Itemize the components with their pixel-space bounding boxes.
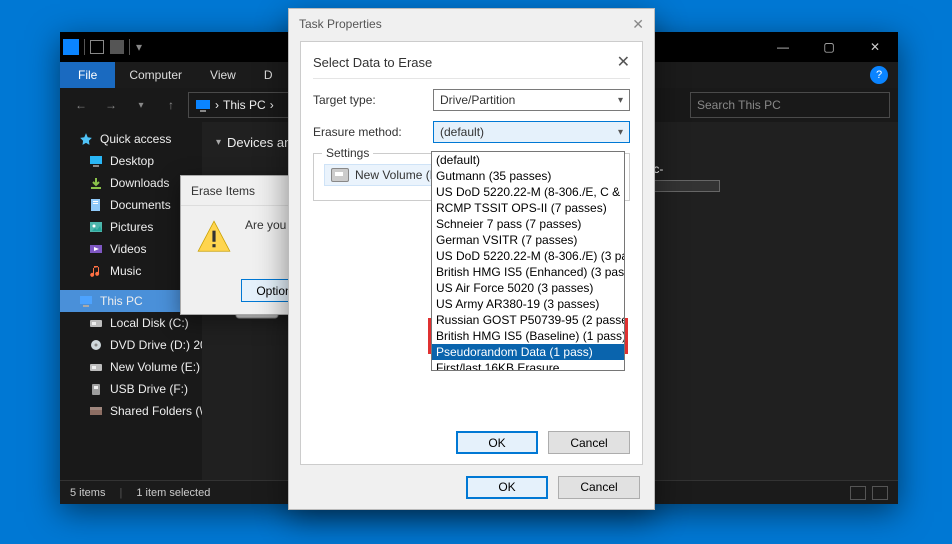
drive-icon xyxy=(88,359,104,375)
sidebar-label: New Volume (E:) xyxy=(110,360,200,374)
music-icon xyxy=(88,263,104,279)
this-pc-icon xyxy=(195,97,211,113)
downloads-icon xyxy=(88,175,104,191)
dropdown-value: Drive/Partition xyxy=(440,93,515,107)
close-button[interactable]: ✕ xyxy=(632,16,644,33)
sidebar-item-desktop[interactable]: Desktop xyxy=(60,150,202,172)
window-title: Task Properties xyxy=(299,17,382,31)
sidebar-label: Documents xyxy=(110,198,171,212)
star-icon xyxy=(78,131,94,147)
erasure-method-option[interactable]: British HMG IS5 (Enhanced) (3 pass xyxy=(432,264,624,280)
nav-up-button[interactable]: ↑ xyxy=(158,92,184,118)
close-button[interactable]: ✕ xyxy=(852,32,898,62)
erasure-method-label: Erasure method: xyxy=(313,125,433,139)
panel-close-button[interactable]: ✕ xyxy=(617,52,630,72)
help-icon[interactable]: ? xyxy=(870,66,888,84)
erasure-method-option[interactable]: Pseudorandom Data (1 pass) xyxy=(432,344,624,360)
erasure-method-option[interactable]: US DoD 5220.22-M (8-306./E, C & E xyxy=(432,184,624,200)
search-placeholder: Search This PC xyxy=(697,98,781,112)
erasure-method-option[interactable]: US Air Force 5020 (3 passes) xyxy=(432,280,624,296)
erasure-method-option[interactable]: First/last 16KB Erasure xyxy=(432,360,624,371)
erasure-method-dropdown[interactable]: (default) ▾ xyxy=(433,121,630,143)
warning-icon xyxy=(195,218,233,256)
view-details-button[interactable] xyxy=(850,486,866,500)
tab-extra[interactable]: D xyxy=(250,62,287,88)
chevron-down-icon: ▾ xyxy=(216,137,221,148)
tab-computer[interactable]: Computer xyxy=(115,62,196,88)
minimize-button[interactable]: — xyxy=(760,32,806,62)
sidebar-drive[interactable]: New Volume (E:) xyxy=(60,356,202,378)
sidebar-label: Pictures xyxy=(110,220,153,234)
sidebar-drive[interactable]: Shared Folders (\\vm xyxy=(60,400,202,422)
erasure-method-option[interactable]: (default) xyxy=(432,152,624,168)
videos-icon xyxy=(88,241,104,257)
sidebar-label: Downloads xyxy=(110,176,169,190)
data-label: New Volume (E: xyxy=(355,168,441,182)
tab-view[interactable]: View xyxy=(196,62,250,88)
tab-file[interactable]: File xyxy=(60,62,115,88)
this-pc-icon xyxy=(78,293,94,309)
sidebar-label: Local Disk (C:) xyxy=(110,316,189,330)
sidebar-label: Shared Folders (\\vm xyxy=(110,404,202,418)
sidebar-label: Videos xyxy=(110,242,146,256)
dropdown-value: (default) xyxy=(440,125,484,139)
crumb-label: This PC xyxy=(223,98,266,112)
erasure-method-option[interactable]: Russian GOST P50739-95 (2 passes) xyxy=(432,312,624,328)
erasure-method-option[interactable]: US DoD 5220.22-M (8-306./E) (3 pas xyxy=(432,248,624,264)
panel-title: Select Data to Erase xyxy=(313,55,432,70)
view-tiles-button[interactable] xyxy=(872,486,888,500)
sidebar-drive[interactable]: Local Disk (C:) xyxy=(60,312,202,334)
desktop-icon xyxy=(88,153,104,169)
status-selected: 1 item selected xyxy=(136,487,210,499)
crumb-sep: › xyxy=(270,98,274,112)
pictures-icon xyxy=(88,219,104,235)
ok-button[interactable]: OK xyxy=(466,476,548,499)
drive-icon xyxy=(88,403,104,419)
sidebar-label: Music xyxy=(110,264,141,278)
drive-icon xyxy=(331,168,349,182)
crumb-sep: › xyxy=(215,98,219,112)
chevron-down-icon: ▾ xyxy=(618,127,623,138)
tab-placeholder-icon xyxy=(110,40,124,54)
nav-history-button[interactable]: ▾ xyxy=(128,92,154,118)
maximize-button[interactable]: ▢ xyxy=(806,32,852,62)
nav-forward-button[interactable]: → xyxy=(98,92,124,118)
drive-icon xyxy=(88,337,104,353)
sidebar-quick-access[interactable]: Quick access xyxy=(60,128,202,150)
target-type-dropdown[interactable]: Drive/Partition ▾ xyxy=(433,89,630,111)
erasure-method-option[interactable]: German VSITR (7 passes) xyxy=(432,232,624,248)
erasure-method-option[interactable]: US Army AR380-19 (3 passes) xyxy=(432,296,624,312)
erasure-method-option[interactable]: Gutmann (35 passes) xyxy=(432,168,624,184)
erasure-method-options-list[interactable]: (default)Gutmann (35 passes)US DoD 5220.… xyxy=(431,151,625,371)
sidebar-label: Quick access xyxy=(100,132,171,146)
target-type-label: Target type: xyxy=(313,93,433,107)
window-titlebar[interactable]: Task Properties ✕ xyxy=(289,9,654,39)
erasure-method-option[interactable]: British HMG IS5 (Baseline) (1 pass) xyxy=(432,328,624,344)
this-pc-icon xyxy=(63,39,79,55)
cancel-button[interactable]: Cancel xyxy=(558,476,640,499)
drive-icon xyxy=(88,315,104,331)
sidebar-label: Desktop xyxy=(110,154,154,168)
nav-back-button[interactable]: ← xyxy=(68,92,94,118)
sidebar-label: USB Drive (F:) xyxy=(110,382,188,396)
erasure-method-option[interactable]: Schneier 7 pass (7 passes) xyxy=(432,216,624,232)
tab-placeholder-icon xyxy=(90,40,104,54)
erasure-method-option[interactable]: RCMP TSSIT OPS-II (7 passes) xyxy=(432,200,624,216)
search-input[interactable]: Search This PC xyxy=(690,92,890,118)
sidebar-drive[interactable]: DVD Drive (D:) 2023 xyxy=(60,334,202,356)
dialog-text: Are you xyxy=(245,218,286,232)
inner-cancel-button[interactable]: Cancel xyxy=(548,431,630,454)
sidebar-drive[interactable]: USB Drive (F:) xyxy=(60,378,202,400)
drive-icon xyxy=(88,381,104,397)
inner-ok-button[interactable]: OK xyxy=(456,431,538,454)
chevron-down-icon: ▾ xyxy=(618,95,623,106)
fieldset-legend: Settings xyxy=(322,146,373,160)
documents-icon xyxy=(88,197,104,213)
status-items: 5 items xyxy=(70,487,105,499)
sidebar-label: This PC xyxy=(100,294,143,308)
sidebar-label: DVD Drive (D:) 2023 xyxy=(110,338,202,352)
